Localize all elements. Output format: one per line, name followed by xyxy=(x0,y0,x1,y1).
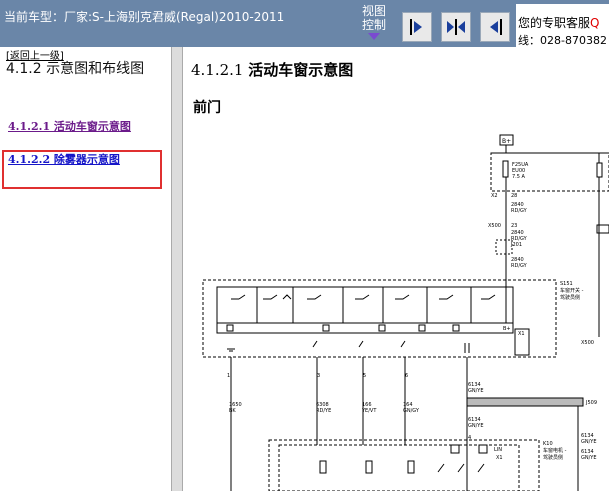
pin3-label: 3 xyxy=(317,373,320,379)
bplus-pin-label: B+ xyxy=(503,326,511,332)
pin1-label: 1 xyxy=(227,373,230,379)
j509-label: J509 xyxy=(585,400,597,406)
k10-label: K10 xyxy=(543,441,553,447)
fuse-rating-label: 7.5 A xyxy=(512,174,526,180)
sidebar-item-window-schematic[interactable]: 4.1.2.1 活动车窗示意图 xyxy=(8,118,131,134)
split-panels-button[interactable] xyxy=(441,12,471,42)
x2-pin-label: 28 xyxy=(511,193,517,199)
x500-pin-label: 23 xyxy=(511,223,517,229)
bplus-label: B+ xyxy=(502,138,511,145)
show-right-panel-icon xyxy=(410,19,422,35)
x2-label: X2 xyxy=(491,193,498,199)
sidebar-item-defogger-schematic[interactable]: 4.1.2.2 除雾器示意图 xyxy=(8,151,120,167)
view-control-label[interactable]: 视图 控制 xyxy=(362,4,392,40)
x1-label: X1 xyxy=(518,331,525,337)
wire-2840-color-label: RD/GY xyxy=(511,263,528,269)
k10-line1-label: 车窗电机 - xyxy=(543,447,567,454)
view-control-dropdown-icon[interactable] xyxy=(368,33,380,40)
k10-line2-label: 驾驶员侧 xyxy=(543,454,563,461)
x1-k-label: X1 xyxy=(496,455,503,461)
fuse-f25ua xyxy=(502,160,509,178)
view-control-line1: 视图 xyxy=(362,4,387,18)
j201-label: J201 xyxy=(510,242,522,248)
j509-bus xyxy=(466,397,584,407)
qq-link[interactable]: Q xyxy=(590,16,599,30)
top-toolbar: 当前车型：厂家:S-上海别克君威(Regal)2010-2011 视图 控制 您… xyxy=(0,0,609,47)
pin6-label: 6 xyxy=(405,373,408,379)
module-line2-label: 驾驶员侧 xyxy=(560,294,580,301)
pane-splitter[interactable] xyxy=(171,47,183,491)
w5-col-label: GN/YE xyxy=(468,388,484,394)
x500-right-label: X500 xyxy=(581,340,594,346)
show-left-panel-button[interactable] xyxy=(480,12,510,42)
w3-col-label: YE/VT xyxy=(361,408,377,414)
service-label: 您的专职客服Q xyxy=(518,16,600,30)
lin-label: LIN xyxy=(494,447,502,453)
sidebar-heading: 4.1.2 示意图和布线图 xyxy=(6,61,145,77)
navigation-sidebar: [返回上一级] 4.1.2 示意图和布线图 xyxy=(0,47,171,491)
customer-service-panel[interactable]: 您的专职客服Q 线：028-870382 xyxy=(516,4,609,47)
x2-color-label: RD/GY xyxy=(511,208,528,214)
w1-col-label: BK xyxy=(229,408,236,414)
show-right-panel-button[interactable] xyxy=(402,12,432,42)
content-pane: 4.1.2.1 活动车窗示意图 前门 B+ F25UA EU00 7.5 A X… xyxy=(183,47,609,491)
window-switch-module xyxy=(202,279,557,358)
service-phone: 线：028-870382 xyxy=(518,34,607,47)
view-control-line2: 控制 xyxy=(362,18,387,32)
x500-label: X500 xyxy=(488,223,501,229)
module-line1-label: 车窗开关 - xyxy=(560,287,584,294)
show-left-panel-icon xyxy=(490,19,502,35)
wiring-diagram: B+ F25UA EU00 7.5 A X2 28 2840 RD/GY X50… xyxy=(202,134,609,491)
pin5-label: 5 xyxy=(363,373,366,379)
w4-col-label: GN/GY xyxy=(403,408,420,414)
w6-col-label: GN/YE xyxy=(468,423,484,429)
fuse-block xyxy=(490,152,609,192)
module-id-label: S151 xyxy=(560,281,573,287)
back-link[interactable]: [返回上一级] xyxy=(6,47,64,62)
w7-col-label: GN/YE xyxy=(581,439,597,445)
current-vehicle-title: 当前车型：厂家:S-上海别克君威(Regal)2010-2011 xyxy=(4,10,285,24)
w2-col-label: RD/YE xyxy=(316,408,331,414)
w8-col-label: GN/YE xyxy=(581,455,597,461)
split-panels-icon xyxy=(447,19,465,35)
